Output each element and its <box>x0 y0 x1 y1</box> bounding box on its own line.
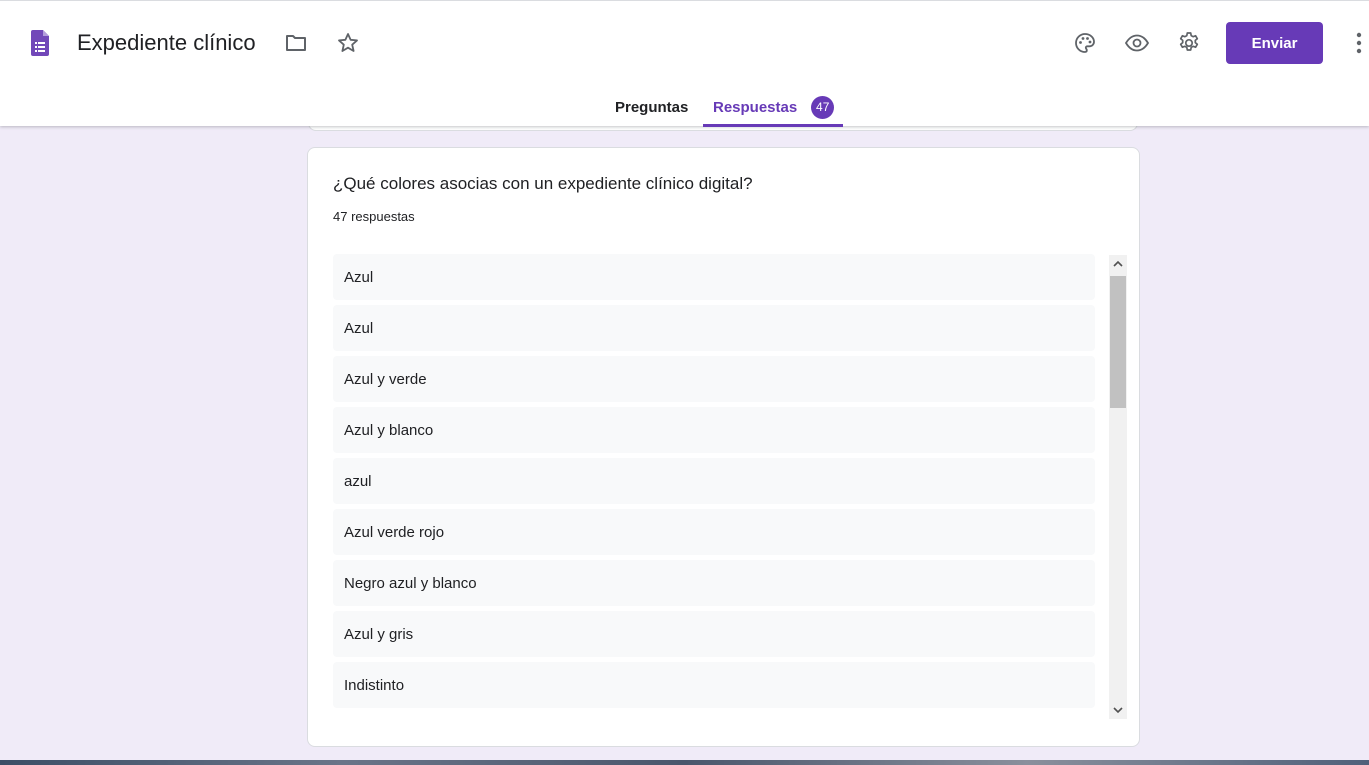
os-taskbar-strip <box>0 760 1369 765</box>
response-count-text: 47 respuestas <box>333 209 415 224</box>
response-item: Azul y verde <box>333 356 1095 402</box>
tab-respuestas-label: Respuestas <box>713 98 798 116</box>
star-icon[interactable] <box>334 29 362 57</box>
folder-icon[interactable] <box>282 29 310 57</box>
tab-preguntas[interactable]: Preguntas <box>610 87 693 127</box>
question-summary-card: ¿Qué colores asocias con un expediente c… <box>307 147 1140 747</box>
top-header: Expediente clínico Enviar Preguntas Resp… <box>0 0 1369 127</box>
forms-app-icon[interactable] <box>31 30 49 56</box>
response-item: Azul verde rojo <box>333 509 1095 555</box>
preview-eye-icon[interactable] <box>1123 29 1151 57</box>
response-item: azul <box>333 458 1095 504</box>
settings-gear-icon[interactable] <box>1175 29 1203 57</box>
more-vert-icon[interactable] <box>1345 29 1369 57</box>
responses-list[interactable]: Azul Azul Azul y verde Azul y blanco azu… <box>333 254 1095 718</box>
tab-preguntas-label: Preguntas <box>615 98 689 116</box>
question-title: ¿Qué colores asocias con un expediente c… <box>333 174 753 193</box>
scroll-up-icon[interactable] <box>1109 255 1127 273</box>
form-tabs: Preguntas Respuestas 47 <box>0 87 1369 127</box>
responses-scrollbar[interactable] <box>1109 255 1127 719</box>
scroll-down-icon[interactable] <box>1109 701 1127 719</box>
response-item: Negro azul y blanco <box>333 560 1095 606</box>
palette-icon[interactable] <box>1071 29 1099 57</box>
response-count-badge: 47 <box>811 95 835 119</box>
send-button[interactable]: Enviar <box>1226 22 1323 64</box>
scrollbar-thumb[interactable] <box>1110 276 1126 408</box>
tab-respuestas[interactable]: Respuestas 47 <box>703 87 843 127</box>
response-item: Azul <box>333 254 1095 300</box>
response-item: Indistinto <box>333 662 1095 708</box>
form-title[interactable]: Expediente clínico <box>77 29 256 57</box>
response-item: Azul <box>333 305 1095 351</box>
response-item: Azul y blanco <box>333 407 1095 453</box>
response-item: Azul y gris <box>333 611 1095 657</box>
